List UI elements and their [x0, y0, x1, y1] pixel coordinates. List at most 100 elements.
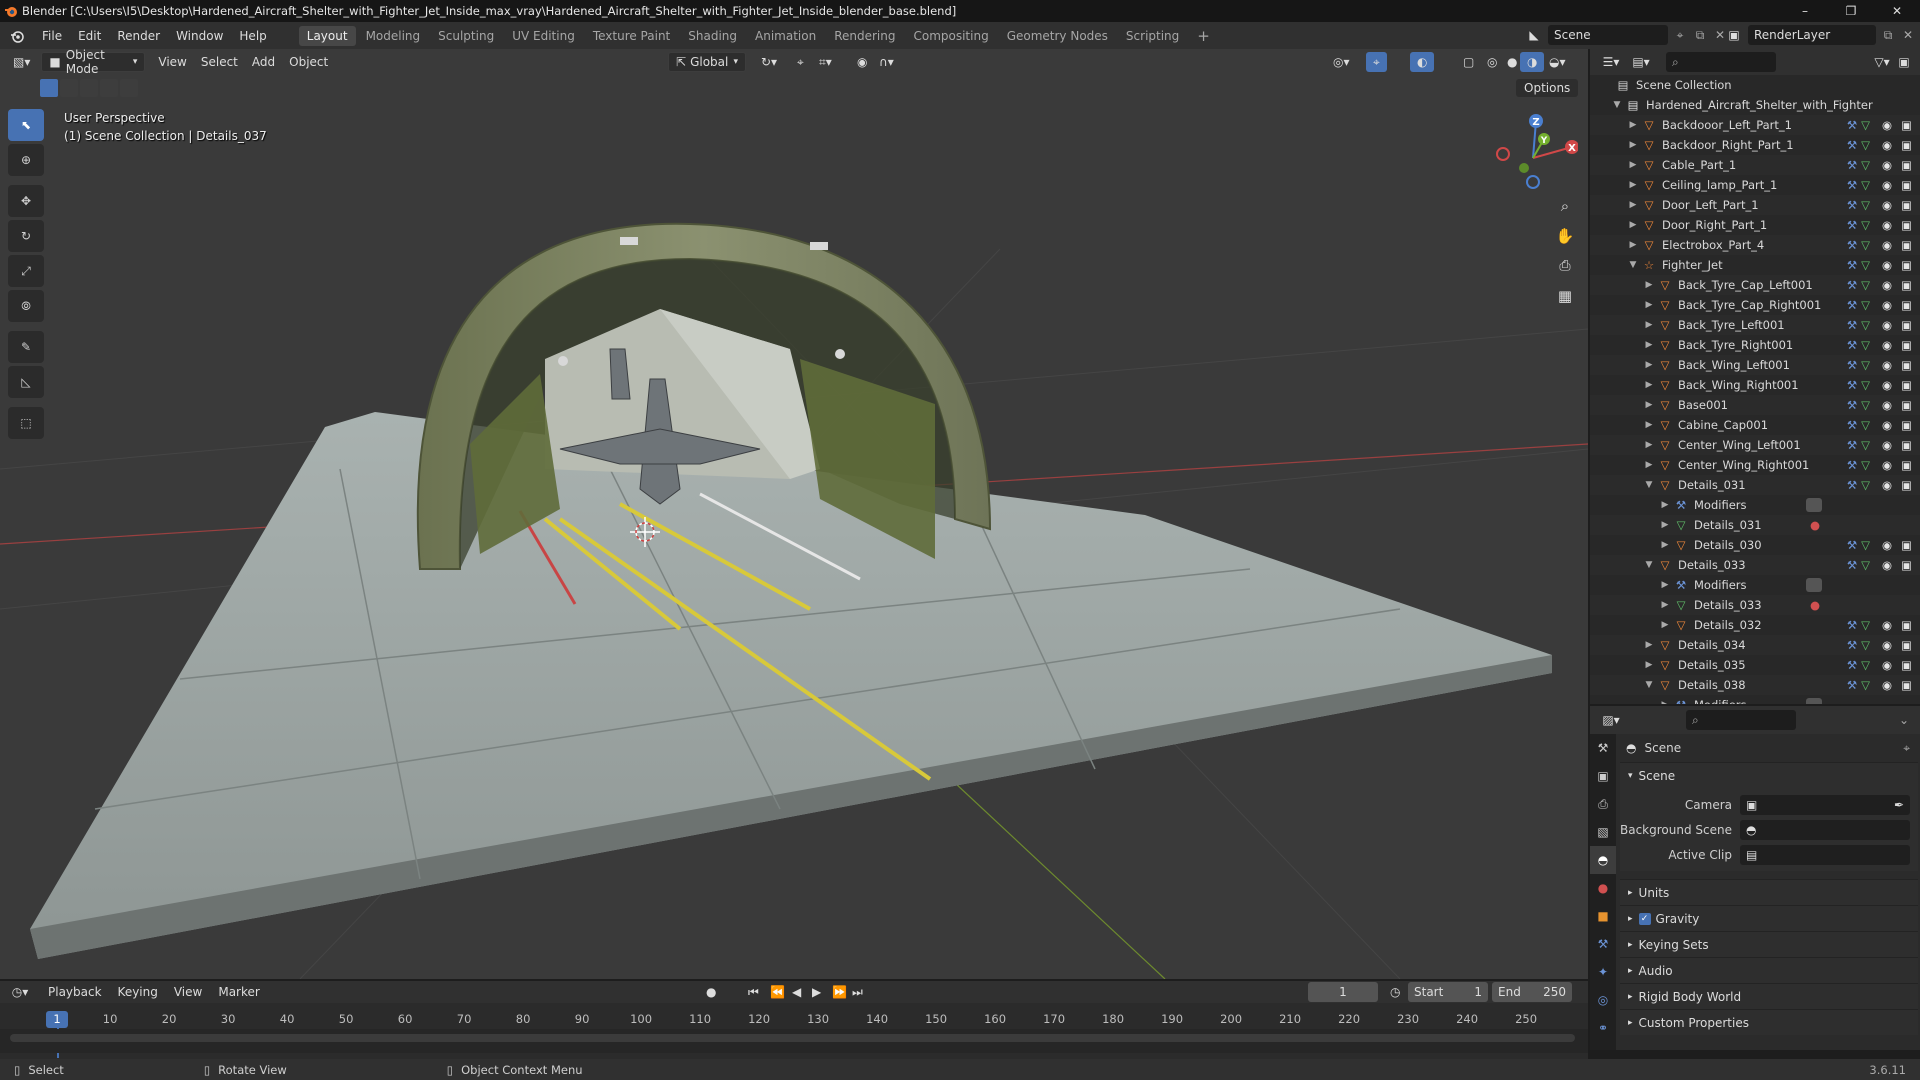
- tab-shading[interactable]: Shading: [680, 26, 745, 46]
- maximize-icon[interactable]: ❐: [1828, 0, 1874, 22]
- eye-icon[interactable]: ◉: [1882, 238, 1892, 252]
- material-shading-icon[interactable]: ◑: [1520, 52, 1545, 72]
- mesh-data-icon[interactable]: ▽: [1861, 398, 1870, 412]
- outliner-row[interactable]: ▶ ▽ Details_033 ●: [1590, 595, 1920, 615]
- eye-icon[interactable]: ◉: [1882, 678, 1892, 692]
- menu-edit[interactable]: Edit: [70, 29, 109, 43]
- rendered-shading-icon[interactable]: ◒▾: [1542, 52, 1573, 72]
- mesh-data-icon[interactable]: ▽: [1861, 338, 1870, 352]
- mesh-data-icon[interactable]: ▽: [1861, 178, 1870, 192]
- menu-help[interactable]: Help: [231, 29, 274, 43]
- render-tab-icon[interactable]: ▣: [1590, 762, 1616, 790]
- blender-menu-icon[interactable]: [0, 29, 34, 43]
- scale-tool[interactable]: ⤢: [8, 255, 44, 287]
- wrench-modifier-icon[interactable]: ⚒: [1847, 358, 1857, 372]
- mesh-data-icon[interactable]: ▽: [1861, 118, 1870, 132]
- outliner-row[interactable]: ▶ ▽ Door_Right_Part_1 ⚒ ▽ ◉ ▣: [1590, 215, 1920, 235]
- chevron-right-icon[interactable]: ▶: [1642, 340, 1656, 350]
- eye-icon[interactable]: ◉: [1882, 618, 1892, 632]
- mesh-data-icon[interactable]: ▽: [1861, 358, 1870, 372]
- camera-render-icon[interactable]: ▣: [1901, 118, 1912, 132]
- outliner-row[interactable]: ▶ ▽ Back_Wing_Right001 ⚒ ▽ ◉ ▣: [1590, 375, 1920, 395]
- eye-icon[interactable]: ◉: [1882, 178, 1892, 192]
- outliner-row[interactable]: ▶ ▽ Back_Tyre_Left001 ⚒ ▽ ◉ ▣: [1590, 315, 1920, 335]
- eye-icon[interactable]: ◉: [1882, 418, 1892, 432]
- play-reverse-icon[interactable]: ◀: [792, 985, 801, 999]
- eye-icon[interactable]: ◉: [1882, 138, 1892, 152]
- select-subtract-icon[interactable]: [80, 79, 98, 97]
- outliner-row[interactable]: ▶ ▽ Details_032 ⚒ ▽ ◉ ▣: [1590, 615, 1920, 635]
- current-frame-field[interactable]: 1: [1308, 982, 1378, 1002]
- minimize-icon[interactable]: –: [1782, 0, 1828, 22]
- scene-icon[interactable]: ◣: [1524, 28, 1544, 42]
- falloff-icon[interactable]: ∩▾: [872, 52, 901, 72]
- wrench-modifier-icon[interactable]: ⚒: [1847, 158, 1857, 172]
- wrench-modifier-icon[interactable]: ⚒: [1847, 278, 1857, 292]
- camera-render-icon[interactable]: ▣: [1901, 438, 1912, 452]
- mesh-data-icon[interactable]: ▽: [1861, 538, 1870, 552]
- mesh-data-icon[interactable]: ▽: [1861, 318, 1870, 332]
- mesh-data-icon[interactable]: ▽: [1861, 478, 1870, 492]
- wrench-modifier-icon[interactable]: ⚒: [1847, 558, 1857, 572]
- mesh-data-icon[interactable]: ▽: [1861, 278, 1870, 292]
- timeline-menu-playback[interactable]: Playback: [40, 985, 110, 999]
- new-layer-icon[interactable]: ⧉: [1880, 28, 1896, 43]
- timeline-ruler[interactable]: 1102030405060708090100110120130140150160…: [0, 1011, 1588, 1058]
- camera-render-icon[interactable]: ▣: [1901, 198, 1912, 212]
- tab-sculpting[interactable]: Sculpting: [430, 26, 502, 46]
- output-tab-icon[interactable]: ⎙: [1590, 790, 1616, 818]
- camera-render-icon[interactable]: ▣: [1901, 678, 1912, 692]
- wrench-modifier-icon[interactable]: ⚒: [1847, 658, 1857, 672]
- timeline-menu-marker[interactable]: Marker: [210, 985, 267, 999]
- record-icon[interactable]: ●: [706, 985, 716, 999]
- eye-icon[interactable]: ◉: [1882, 218, 1892, 232]
- camera-render-icon[interactable]: ▣: [1901, 558, 1912, 572]
- eye-icon[interactable]: ◉: [1882, 298, 1892, 312]
- panel-scene-header[interactable]: ▾ Scene: [1620, 762, 1918, 788]
- camera-render-icon[interactable]: ▣: [1901, 338, 1912, 352]
- select-invert-icon[interactable]: [100, 79, 118, 97]
- wrench-modifier-icon[interactable]: ⚒: [1847, 378, 1857, 392]
- orientation-dropdown[interactable]: ⇱ Global ▾: [668, 52, 746, 72]
- eye-icon[interactable]: ◉: [1882, 318, 1892, 332]
- add-workspace-button[interactable]: +: [1189, 24, 1218, 48]
- panel-custom-properties[interactable]: ▸ Custom Properties: [1620, 1009, 1918, 1035]
- properties-editor-icon[interactable]: ▨▾: [1596, 713, 1626, 727]
- camera-render-icon[interactable]: ▣: [1901, 178, 1912, 192]
- outliner-row[interactable]: ▶ ▽ Cable_Part_1 ⚒ ▽ ◉ ▣: [1590, 155, 1920, 175]
- outliner-row[interactable]: ▼ ▽ Details_038 ⚒ ▽ ◉ ▣: [1590, 675, 1920, 695]
- properties-search-input[interactable]: ⌕: [1686, 710, 1796, 730]
- outliner-row[interactable]: ▶ ▽ Center_Wing_Left001 ⚒ ▽ ◉ ▣: [1590, 435, 1920, 455]
- prev-keyframe-icon[interactable]: ⏪: [770, 985, 785, 999]
- eye-icon[interactable]: ◉: [1882, 278, 1892, 292]
- chevron-right-icon[interactable]: ▶: [1658, 600, 1672, 610]
- chevron-down-icon[interactable]: ▼: [1642, 680, 1656, 690]
- wrench-modifier-icon[interactable]: ⚒: [1847, 458, 1857, 472]
- chevron-down-icon[interactable]: ▼: [1610, 100, 1624, 110]
- chevron-right-icon[interactable]: ▶: [1642, 300, 1656, 310]
- rotate-tool[interactable]: ↻: [8, 220, 44, 252]
- mesh-data-icon[interactable]: ▽: [1861, 158, 1870, 172]
- new-collection-icon[interactable]: ▣: [1894, 55, 1914, 69]
- outliner-editor-icon[interactable]: ☰▾: [1596, 55, 1626, 69]
- mode-dropdown[interactable]: ■ Object Mode ▾: [41, 49, 146, 76]
- clock-icon[interactable]: ◷: [1390, 985, 1400, 999]
- outliner-row[interactable]: ▶ ▽ Electrobox_Part_4 ⚒ ▽ ◉ ▣: [1590, 235, 1920, 255]
- chevron-right-icon[interactable]: ▶: [1658, 520, 1672, 530]
- mesh-data-icon[interactable]: ▽: [1861, 458, 1870, 472]
- mesh-data-icon[interactable]: ▽: [1861, 238, 1870, 252]
- wrench-modifier-icon[interactable]: ⚒: [1847, 338, 1857, 352]
- camera-render-icon[interactable]: ▣: [1901, 218, 1912, 232]
- wrench-modifier-icon[interactable]: ⚒: [1847, 478, 1857, 492]
- panel-audio[interactable]: ▸ Audio: [1620, 957, 1918, 983]
- camera-render-icon[interactable]: ▣: [1901, 418, 1912, 432]
- render-layer-icon[interactable]: ▣: [1724, 28, 1744, 42]
- select-extend-icon[interactable]: [60, 79, 78, 97]
- eye-icon[interactable]: ◉: [1882, 438, 1892, 452]
- chevron-right-icon[interactable]: ▶: [1642, 440, 1656, 450]
- outliner-row[interactable]: ▶ ▽ Back_Tyre_Cap_Left001 ⚒ ▽ ◉ ▣: [1590, 275, 1920, 295]
- world-tab-icon[interactable]: ●: [1590, 874, 1616, 902]
- mesh-data-icon[interactable]: ▽: [1861, 658, 1870, 672]
- outliner-row[interactable]: ▶⚒ Modifiers: [1590, 695, 1920, 704]
- mesh-data-icon[interactable]: ▽: [1861, 258, 1870, 272]
